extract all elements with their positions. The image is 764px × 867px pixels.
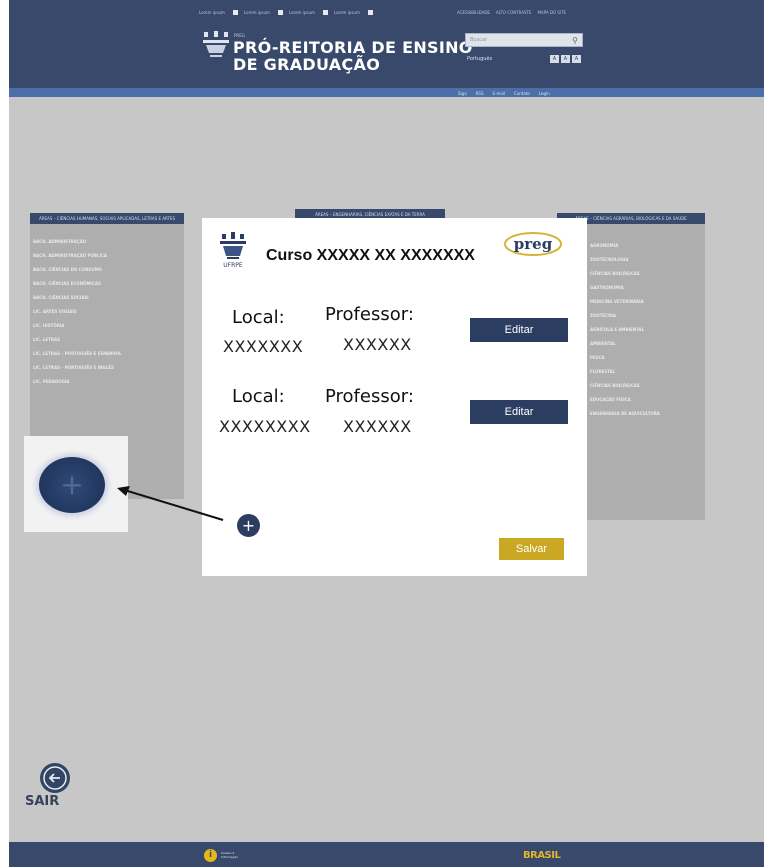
course-link[interactable]: BACH. ADMINISTRAÇÃO PÚBLICA bbox=[33, 253, 122, 258]
site-title-line2[interactable]: DE GRADUAÇÃO bbox=[233, 55, 380, 74]
font-size-button[interactable]: A bbox=[572, 55, 581, 63]
course-link[interactable]: BACH. CIÊNCIAS SOCIAIS bbox=[33, 295, 122, 300]
plus-icon: + bbox=[60, 468, 84, 501]
professor-value: XXXXXX bbox=[343, 335, 412, 354]
utility-links: ACESSIBILIDADE ALTO CONTRASTE MAPA DO SI… bbox=[457, 8, 566, 16]
course-link[interactable]: FLORESTAL bbox=[590, 369, 660, 374]
page-background: Lorem ipsum Lorem ipsum Lorem ipsum Lore… bbox=[9, 0, 764, 867]
course-link[interactable]: AGRONOMIA bbox=[590, 243, 660, 248]
course-link[interactable]: AGRÍCOLA E AMBIENTAL bbox=[590, 327, 660, 332]
social-link[interactable]: Siga bbox=[458, 91, 467, 96]
ufrpe-logo-icon: UFRPE bbox=[220, 232, 246, 269]
course-link[interactable]: BACH. CIÊNCIAS ECONÔMICAS bbox=[33, 281, 122, 286]
course-link[interactable]: ZOOTECNIA bbox=[590, 313, 660, 318]
local-value: XXXXXXX bbox=[223, 337, 304, 356]
course-list: AGRONOMIA ZOOTECNOLOGIA CIÊNCIAS BIOLÓGI… bbox=[590, 243, 660, 416]
course-link[interactable]: MEDICINA VETERINÁRIA bbox=[590, 299, 660, 304]
site-footer: i Acesso à Informação BRASIL bbox=[9, 842, 764, 867]
professor-value: XXXXXX bbox=[343, 417, 412, 436]
modal-title: Curso XXXXX XX XXXXXXX bbox=[266, 247, 475, 264]
course-link[interactable]: LIC. PEDAGOGIA bbox=[33, 379, 122, 384]
local-value: XXXXXXXX bbox=[219, 417, 311, 436]
social-links: Siga RSS E-mail Contato Login bbox=[458, 91, 550, 96]
font-size-controls: A A A bbox=[550, 55, 581, 63]
top-link[interactable]: Lorem ipsum bbox=[244, 10, 270, 15]
logo-caption: UFRPE bbox=[223, 262, 243, 269]
exit-label[interactable]: SAIR bbox=[25, 794, 59, 809]
header-stripe bbox=[9, 88, 764, 97]
course-link[interactable]: LIC. LETRAS – PORTUGUÊS E ESPANHOL bbox=[33, 351, 122, 356]
ufrpe-logo-icon[interactable] bbox=[201, 30, 231, 60]
social-link[interactable]: Contato bbox=[514, 91, 530, 96]
course-link[interactable]: ENGENHARIA DE AQUICULTURA bbox=[590, 411, 660, 416]
exit-icon[interactable] bbox=[40, 763, 70, 793]
top-links: Lorem ipsum Lorem ipsum Lorem ipsum Lore… bbox=[199, 8, 373, 16]
course-link[interactable]: EDUCAÇÃO FÍSICA bbox=[590, 397, 660, 402]
course-link[interactable]: LIC. LETRAS bbox=[33, 337, 122, 342]
top-link[interactable]: Lorem ipsum bbox=[334, 10, 360, 15]
panel-title: ÁREAS – CIÊNCIAS HUMANAS, SOCIAIS APLICA… bbox=[30, 213, 184, 224]
plus-icon: + bbox=[241, 516, 256, 535]
site-header: Lorem ipsum Lorem ipsum Lorem ipsum Lore… bbox=[9, 0, 764, 92]
course-link[interactable]: LIC. HISTÓRIA bbox=[33, 323, 122, 328]
professor-label: Professor: bbox=[325, 386, 414, 407]
sitemap-link[interactable]: MAPA DO SITE bbox=[537, 10, 566, 15]
edit-button[interactable]: Editar bbox=[470, 400, 568, 424]
course-link[interactable]: BACH. ADMINISTRAÇÃO bbox=[33, 239, 122, 244]
course-link[interactable]: GASTRONOMIA bbox=[590, 285, 660, 290]
local-label: Local: bbox=[232, 307, 285, 328]
search-input[interactable]: Buscar ⚲ bbox=[465, 33, 583, 47]
accessibility-link[interactable]: ACESSIBILIDADE bbox=[457, 10, 490, 15]
course-link[interactable]: CIÊNCIAS BIOLÓGICAS bbox=[590, 383, 660, 388]
preg-logo-icon: preg bbox=[504, 232, 562, 256]
course-link[interactable]: LIC. ARTES VISUAIS bbox=[33, 309, 122, 314]
top-link[interactable]: Lorem ipsum bbox=[289, 10, 315, 15]
info-link[interactable]: Acesso à Informação bbox=[221, 851, 251, 859]
high-contrast-link[interactable]: ALTO CONTRASTE bbox=[496, 10, 532, 15]
info-icon[interactable]: i bbox=[204, 849, 217, 862]
add-button-zoomed: + bbox=[39, 457, 105, 513]
brasil-logo[interactable]: BRASIL bbox=[523, 850, 561, 861]
search-icon[interactable]: ⚲ bbox=[572, 36, 578, 45]
course-link[interactable]: BACH. CIÊNCIAS DO CONSUMO bbox=[33, 267, 122, 272]
add-entry-button[interactable]: + bbox=[237, 514, 260, 537]
preg-logo-text: preg bbox=[514, 235, 553, 253]
social-link[interactable]: E-mail bbox=[493, 91, 506, 96]
edit-button[interactable]: Editar bbox=[470, 318, 568, 342]
social-link[interactable]: RSS bbox=[476, 91, 484, 96]
social-link[interactable]: Login bbox=[539, 91, 550, 96]
search-placeholder: Buscar bbox=[470, 37, 488, 43]
course-link[interactable]: CIÊNCIAS BIOLÓGICAS bbox=[590, 271, 660, 276]
course-link[interactable]: LIC. LETRAS – PORTUGUÊS E INGLÊS bbox=[33, 365, 122, 370]
save-button[interactable]: Salvar bbox=[499, 538, 564, 560]
top-link[interactable]: Lorem ipsum bbox=[199, 10, 225, 15]
language-select[interactable]: Português bbox=[467, 56, 492, 62]
course-edit-modal: UFRPE Curso XXXXX XX XXXXXXX preg Local:… bbox=[202, 218, 587, 576]
course-link[interactable]: PESCA bbox=[590, 355, 660, 360]
course-link[interactable]: ZOOTECNOLOGIA bbox=[590, 257, 660, 262]
course-list: BACH. ADMINISTRAÇÃO BACH. ADMINISTRAÇÃO … bbox=[33, 239, 122, 384]
professor-label: Professor: bbox=[325, 304, 414, 325]
font-size-button[interactable]: A bbox=[550, 55, 559, 63]
course-link[interactable]: AMBIENTAL bbox=[590, 341, 660, 346]
local-label: Local: bbox=[232, 386, 285, 407]
font-size-button[interactable]: A bbox=[561, 55, 570, 63]
callout-arrow bbox=[117, 486, 224, 521]
